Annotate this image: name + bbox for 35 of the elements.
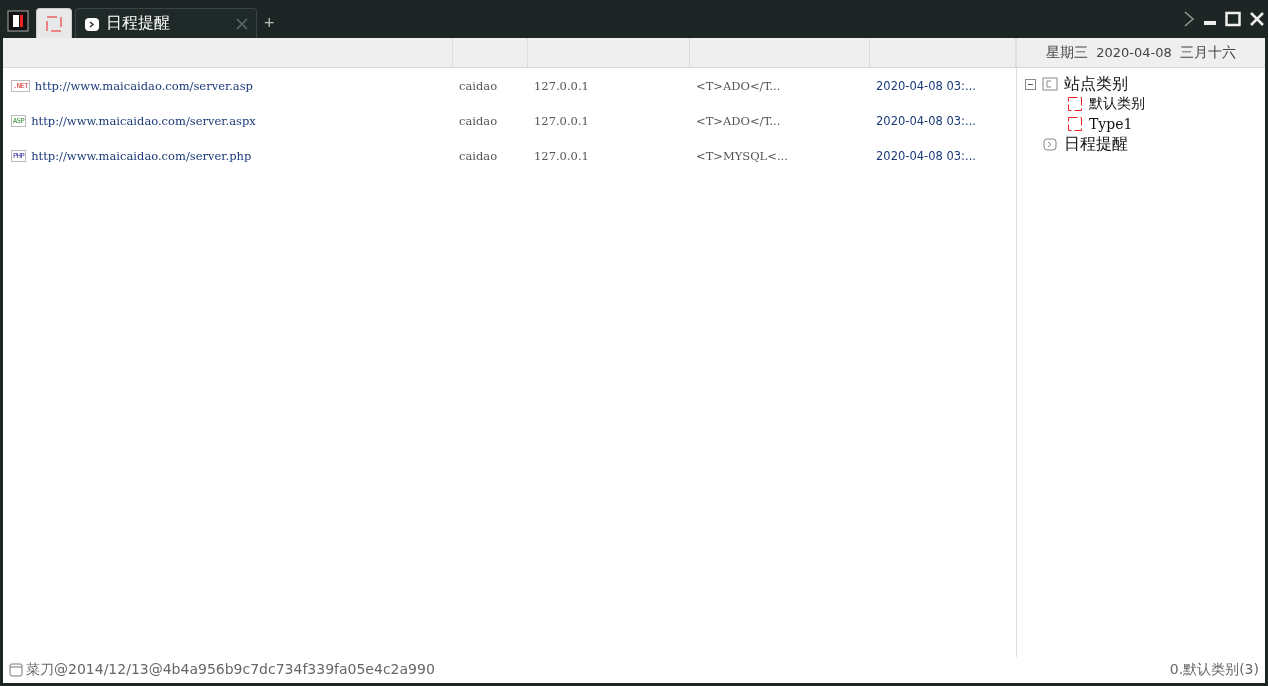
tree-item[interactable]: Type1 xyxy=(1089,116,1133,132)
add-tab-button[interactable]: + xyxy=(260,13,279,38)
table-cell-text: <T>ADO</T... xyxy=(695,78,782,93)
tree-item[interactable]: 默认类别 xyxy=(1089,95,1145,113)
date-header: 星期三 2020-04-08 三月十六 xyxy=(1017,38,1265,68)
table-cell-text: caidao xyxy=(458,78,499,93)
clock-icon xyxy=(1042,136,1058,152)
table-cell-text: 127.0.0.1 xyxy=(533,113,590,128)
table-cell-text: 2020-04-08 03:... xyxy=(875,78,977,93)
table-cell-text: caidao xyxy=(458,148,499,163)
app-logo-icon xyxy=(7,10,29,32)
table-cell-text: caidao xyxy=(458,113,499,128)
table-cell-text: 2020-04-08 03:... xyxy=(875,113,977,128)
status-text: 菜刀@2014/12/13@4b4a956b9c7dc734f339fa05e4c2a990 xyxy=(26,661,435,679)
table-cell-text: 2020-04-08 03:... xyxy=(875,148,977,163)
table-cell: http://www.maicaidao.com/server.aspx xyxy=(31,113,256,128)
table-cell-text: <T>ADO</T... xyxy=(695,113,782,128)
tree-item[interactable]: 站点类别 xyxy=(1064,73,1128,95)
folder-icon xyxy=(1042,77,1058,91)
tree-item[interactable]: 日程提醒 xyxy=(1064,133,1128,155)
dashed-square-icon xyxy=(1067,116,1083,132)
window-icon xyxy=(9,663,23,677)
maximize-icon[interactable] xyxy=(1225,11,1241,27)
chevron-right-icon[interactable] xyxy=(1183,10,1195,28)
table-cell-text: 127.0.0.1 xyxy=(533,148,590,163)
dashed-square-icon xyxy=(45,14,63,33)
collapse-icon[interactable] xyxy=(1025,78,1036,90)
table-cell-text: 127.0.0.1 xyxy=(533,78,590,93)
clock-icon xyxy=(84,15,100,32)
table-cell-text: <T>MYSQL<... xyxy=(695,148,789,163)
table-cell: http://www.maicaidao.com/server.asp xyxy=(34,78,253,93)
dashed-square-icon xyxy=(1067,96,1083,112)
status-text: 0.默认类别(3) xyxy=(1169,661,1259,679)
table-cell: http://www.maicaidao.com/server.php xyxy=(31,148,252,163)
tab[interactable]: 日程提醒 xyxy=(75,8,257,38)
